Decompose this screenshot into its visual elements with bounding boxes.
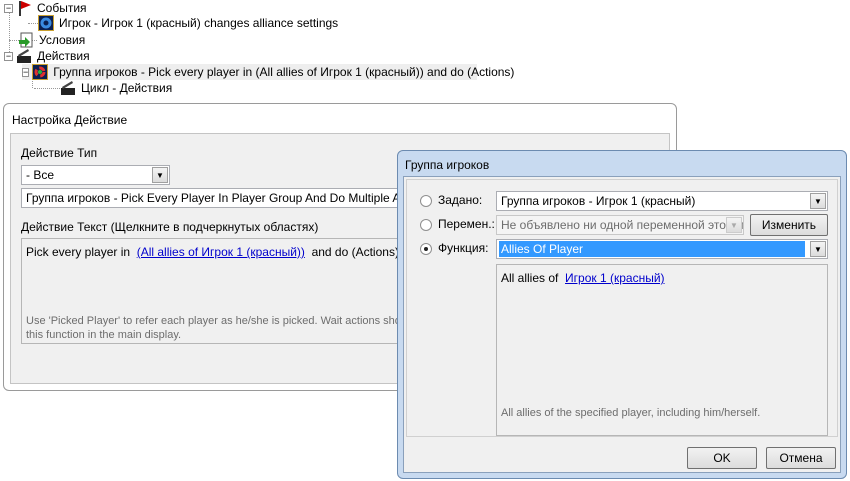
type-label: Действие Тип [21,146,98,160]
tree-action-item[interactable]: − Группа игроков - Pick every player in … [22,64,514,80]
preset-value: Группа игроков - Игрок 1 (красный) [501,194,696,208]
clapperboard-icon [16,48,32,64]
tree-label: Действия [37,49,90,63]
tree-label: События [37,1,87,15]
player-group-icon [32,64,49,80]
radio-preset[interactable]: Задано: [420,193,482,207]
tree-events[interactable]: − События [4,0,87,16]
variable-value: Не объявлено ни одной переменной этого т… [501,218,744,232]
radio-icon[interactable] [420,242,432,255]
tree-label: Цикл - Действия [81,81,173,95]
ok-button[interactable]: OK [687,447,757,469]
preset-dropdown[interactable]: Группа игроков - Игрок 1 (красный) ▼ [496,191,828,211]
chevron-down-icon[interactable]: ▼ [810,241,826,257]
function-value: Allies Of Player [499,241,805,257]
player-group-dialog: Группа игроков Задано: Группа игроков - … [397,150,847,479]
tree-label: Игрок - Игрок 1 (красный) changes allian… [59,16,339,30]
chevron-down-icon: ▼ [726,217,742,233]
action-field[interactable]: Группа игроков - Pick Every Player In Pl… [21,188,421,208]
edit-button[interactable]: Изменить [750,214,828,236]
text-label: Действие Текст (Щелкните в подчеркнутых … [21,220,319,234]
action-value: Группа игроков - Pick Every Player In Pl… [26,191,421,205]
radio-variable[interactable]: Перемен.: [420,217,495,231]
radio-label: Функция: [438,241,489,255]
text-prefix: Pick every player in [26,245,131,259]
function-description: All allies of the specified player, incl… [501,407,761,419]
function-dropdown[interactable]: Allies Of Player ▼ [496,239,828,259]
variable-dropdown[interactable]: Не объявлено ни одной переменной этого т… [496,215,744,235]
collapse-icon[interactable]: − [4,51,13,61]
alliance-icon [38,15,54,31]
collapse-icon[interactable]: − [22,67,30,77]
tree-event-item[interactable]: Игрок - Игрок 1 (красный) changes allian… [38,15,338,31]
radio-icon[interactable] [420,218,432,231]
type-dropdown[interactable]: - Все ▼ [21,165,170,185]
cancel-button[interactable]: Отмена [766,447,836,469]
clapperboard-icon [60,80,76,96]
radio-label: Перемен.: [438,217,495,231]
hint-text: this function in the main display. [26,329,182,341]
tree-label: Группа игроков - Pick every player in (A… [53,65,515,79]
player-link[interactable]: Игрок 1 (красный) [565,271,665,285]
collapse-icon[interactable]: − [4,3,13,13]
text-suffix: and do (Actions) [311,245,399,259]
func-prefix: All allies of [501,271,559,285]
chevron-down-icon[interactable]: ▼ [152,167,168,183]
tree-actions[interactable]: − Действия [4,48,90,64]
type-value: - Все [26,168,55,182]
radio-icon[interactable] [420,194,432,207]
function-text-box: All allies of Игрок 1 (красный) All alli… [496,264,828,436]
red-flag-icon [16,0,32,16]
tree-loop-item[interactable]: Цикл - Действия [60,80,172,96]
radio-function[interactable]: Функция: [420,241,488,255]
tree-label: Условия [39,33,86,47]
action-text-box: Pick every player in (All allies of Игро… [21,238,421,344]
player-group-link[interactable]: (All allies of Игрок 1 (красный)) [137,245,305,259]
dialog-title: Настройка Действие [12,113,128,127]
chevron-down-icon[interactable]: ▼ [810,193,826,209]
hint-text: Use 'Picked Player' to refer each player… [26,315,408,327]
conditions-icon [18,32,34,48]
radio-label: Задано: [438,193,483,207]
tree-conditions[interactable]: Условия [18,32,85,48]
dialog-title: Группа игроков [405,158,490,172]
